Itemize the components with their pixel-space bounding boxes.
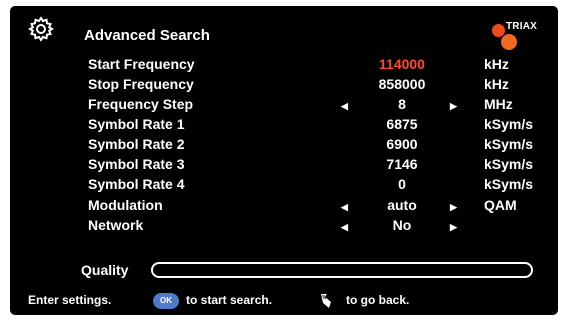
footer-back-text: to go back. (346, 293, 410, 307)
footer-hints: Enter settings. OK to start search. to g… (10, 293, 558, 311)
setting-value[interactable]: 7146 (360, 156, 444, 172)
arrow-right-icon[interactable]: ▶ (450, 200, 457, 214)
setting-unit: kSym/s (484, 156, 534, 172)
setting-label: Symbol Rate 1 (88, 116, 185, 132)
logo-dot-orange (501, 34, 517, 50)
setting-value[interactable]: 858000 (360, 76, 444, 92)
setting-value[interactable]: 8 (360, 96, 444, 112)
setting-network[interactable]: Network ◀ No ▶ (10, 217, 558, 237)
setting-unit: QAM (484, 197, 517, 213)
arrow-left-icon[interactable]: ◀ (341, 99, 348, 113)
setting-stop-frequency[interactable]: Stop Frequency 858000 kHz (10, 76, 558, 96)
setting-unit: kHz (484, 56, 509, 72)
setting-modulation[interactable]: Modulation ◀ auto ▶ QAM (10, 197, 558, 217)
setting-label: Modulation (88, 197, 163, 213)
quality-bar (151, 262, 533, 278)
setting-unit: kSym/s (484, 136, 534, 152)
setting-value[interactable]: auto (360, 197, 444, 213)
back-icon (321, 294, 331, 308)
arrow-right-icon[interactable]: ▶ (450, 99, 457, 113)
setting-label: Symbol Rate 2 (88, 136, 185, 152)
quality-label: Quality (81, 262, 129, 278)
setting-label: Start Frequency (88, 56, 195, 72)
gear-icon[interactable] (28, 16, 54, 42)
setting-symbol-rate-1[interactable]: Symbol Rate 1 6875 kSym/s (10, 116, 558, 136)
setting-symbol-rate-2[interactable]: Symbol Rate 2 6900 kSym/s (10, 136, 558, 156)
arrow-right-icon[interactable]: ▶ (450, 220, 457, 234)
setting-value[interactable]: 6875 (360, 116, 444, 132)
triax-logo: TRIAX (486, 14, 546, 54)
setting-unit: kSym/s (484, 116, 534, 132)
setting-value[interactable]: 0 (360, 176, 444, 192)
logo-text: TRIAX (506, 21, 537, 32)
setting-frequency-step[interactable]: Frequency Step ◀ 8 ▶ MHz (10, 96, 558, 116)
setting-label: Stop Frequency (88, 76, 194, 92)
ok-button-icon: OK (153, 293, 179, 309)
setting-unit: kSym/s (484, 176, 534, 192)
setting-value[interactable]: 6900 (360, 136, 444, 152)
setting-label: Symbol Rate 3 (88, 156, 185, 172)
setting-symbol-rate-4[interactable]: Symbol Rate 4 0 kSym/s (10, 176, 558, 196)
setting-start-frequency[interactable]: Start Frequency 114000 kHz (10, 56, 558, 76)
setting-label: Symbol Rate 4 (88, 176, 185, 192)
footer-hint: Enter settings. (28, 293, 112, 307)
setting-label: Frequency Step (88, 96, 194, 112)
setting-unit: MHz (484, 96, 513, 112)
setting-unit: kHz (484, 76, 509, 92)
setting-symbol-rate-3[interactable]: Symbol Rate 3 7146 kSym/s (10, 156, 558, 176)
arrow-left-icon[interactable]: ◀ (341, 200, 348, 214)
setting-value[interactable]: 114000 (360, 56, 444, 72)
arrow-left-icon[interactable]: ◀ (341, 220, 348, 234)
setting-value[interactable]: No (360, 217, 444, 233)
page-title: Advanced Search (84, 27, 210, 44)
tv-screen: Advanced Search TRIAX Start Frequency 11… (10, 6, 558, 315)
setting-label: Network (88, 217, 144, 233)
footer-ok-text: to start search. (186, 293, 273, 307)
